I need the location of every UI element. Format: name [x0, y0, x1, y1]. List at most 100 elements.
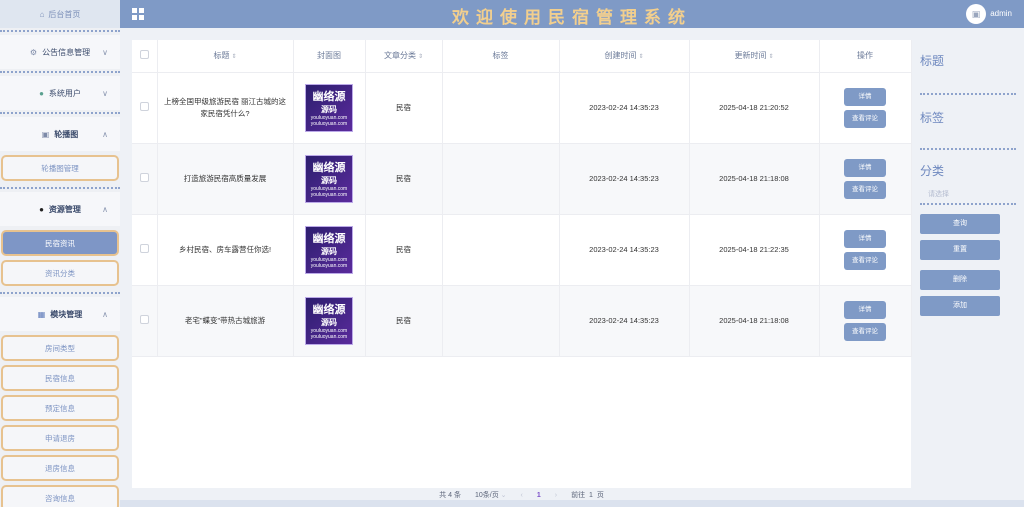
cover-text-mid: 源码 — [321, 176, 337, 185]
created-cell: 2023-02-24 14:35:23 — [559, 143, 690, 215]
sidebar-item-news-category[interactable]: 资讯分类 — [1, 260, 119, 286]
row-select-cell — [132, 143, 158, 215]
sidebar-item-homestay[interactable]: 民宿信息 — [1, 365, 119, 391]
page-size-select[interactable]: 10条/页 ⌄ — [475, 490, 507, 500]
search-tag-input[interactable] — [920, 148, 1016, 150]
sidebar-group-notice[interactable]: ⚙ 公告信息管理 ∨ — [0, 35, 120, 69]
sort-icon[interactable]: ⇕ — [231, 54, 236, 60]
column-header-category[interactable]: 文章分类 ⇕ — [365, 40, 443, 73]
view-comments-button[interactable]: 查看评论 — [844, 251, 886, 270]
page-size-value: 10条/页 — [474, 492, 499, 499]
detail-button[interactable]: 详情 — [844, 87, 886, 106]
category-select[interactable]: 请选择 — [928, 189, 1024, 199]
sidebar-group-users[interactable]: ● 系统用户 ∨ — [0, 76, 120, 110]
chevron-down-icon: ⌄ — [500, 492, 507, 499]
row-checkbox[interactable] — [139, 102, 149, 111]
cover-site-2: youluoyuan.com — [310, 192, 348, 198]
cover-text-big: 幽络源 — [312, 233, 346, 245]
sort-icon[interactable]: ⇕ — [768, 54, 773, 60]
cover-image[interactable]: 幽络源 源码 youluoyuan.com youluoyuan.com — [305, 296, 353, 345]
reset-button[interactable]: 重置 — [920, 240, 1000, 260]
cover-image[interactable]: 幽络源 源码 youluoyuan.com youluoyuan.com — [305, 83, 353, 132]
search-title-label[interactable]: 标题 — [912, 52, 1024, 69]
top-bar: 欢迎使用民宿管理系统 ▣ admin — [120, 0, 1024, 28]
cover-text-big: 幽络源 — [312, 91, 346, 103]
prev-page-icon[interactable]: ‹ — [521, 492, 523, 499]
detail-button[interactable]: 详情 — [844, 229, 886, 248]
table-row: 乡村民宿、房车露营任你选! 幽络源 源码 youluoyuan.com youl… — [132, 214, 912, 286]
cover-text-mid: 源码 — [321, 105, 337, 114]
column-header-updated[interactable]: 更新时间 ⇕ — [689, 40, 820, 73]
cover-image[interactable]: 幽络源 源码 youluoyuan.com youluoyuan.com — [305, 225, 353, 274]
tag-cell — [442, 143, 560, 215]
updated-cell: 2025-04-18 21:18:08 — [689, 285, 820, 357]
view-comments-button[interactable]: 查看评论 — [844, 180, 886, 199]
sidebar-item-carousel-manage[interactable]: 轮播图管理 — [1, 155, 119, 181]
sidebar: ⌂ 后台首页 ⚙ 公告信息管理 ∨ ● 系统用户 ∨ ▣ 轮播图 ∧ 轮播图管理… — [0, 0, 120, 507]
tag-cell — [442, 285, 560, 357]
grid-icon: ▦ — [37, 309, 46, 319]
search-tag-label[interactable]: 标签 — [912, 109, 1024, 126]
divider — [920, 203, 1016, 205]
actions-cell: 详情 查看评论 — [819, 143, 912, 215]
row-checkbox[interactable] — [139, 315, 149, 324]
pager-total: 共 4 条 — [439, 492, 461, 499]
page-unit: 页 — [596, 492, 604, 499]
detail-button[interactable]: 详情 — [844, 158, 886, 177]
chevron-down-icon: ∨ — [102, 47, 108, 57]
cover-image[interactable]: 幽络源 源码 youluoyuan.com youluoyuan.com — [305, 154, 353, 203]
sidebar-item-consult[interactable]: 咨询信息 — [1, 485, 119, 507]
row-checkbox[interactable] — [139, 173, 149, 182]
divider — [0, 185, 120, 189]
chevron-up-icon: ∧ — [102, 204, 108, 214]
sidebar-item-booking[interactable]: 预定信息 — [1, 395, 119, 421]
view-comments-button[interactable]: 查看评论 — [844, 322, 886, 341]
next-page-icon[interactable]: › — [555, 492, 557, 499]
sidebar-item-news[interactable]: 民宿资讯 — [1, 230, 119, 256]
username[interactable]: admin — [990, 9, 1012, 18]
row-checkbox[interactable] — [139, 244, 149, 253]
sidebar-item-checkout[interactable]: 退房信息 — [1, 455, 119, 481]
view-comments-button[interactable]: 查看评论 — [844, 109, 886, 128]
cover-text-big: 幽络源 — [312, 162, 346, 174]
sidebar-home[interactable]: ⌂ 后台首页 — [0, 0, 120, 28]
avatar[interactable]: ▣ — [966, 4, 986, 24]
cover-cell: 幽络源 源码 youluoyuan.com youluoyuan.com — [293, 143, 366, 215]
category-cell: 民宿 — [365, 285, 443, 357]
header-label: 更新时间 — [734, 51, 767, 61]
sidebar-group-carousel[interactable]: ▣ 轮播图 ∧ — [0, 117, 120, 151]
select-all-cell — [132, 40, 158, 73]
cover-site-2: youluoyuan.com — [310, 263, 348, 269]
row-select-cell — [132, 285, 158, 357]
query-button[interactable]: 查询 — [920, 214, 1000, 234]
page-title: 欢迎使用民宿管理系统 — [452, 8, 692, 27]
chevron-up-icon: ∧ — [102, 129, 108, 139]
delete-button[interactable]: 删除 — [920, 270, 1000, 290]
tag-cell — [442, 72, 560, 144]
current-page[interactable]: 1 — [537, 492, 541, 499]
sidebar-item-checkout-request[interactable]: 申请退房 — [1, 425, 119, 451]
detail-button[interactable]: 详情 — [844, 300, 886, 319]
sidebar-group-resources[interactable]: ● 资源管理 ∧ — [0, 192, 120, 226]
column-header-title[interactable]: 标题 ⇕ — [157, 40, 294, 73]
select-all-checkbox[interactable] — [139, 50, 149, 60]
search-title-input[interactable] — [920, 93, 1016, 95]
sidebar-group-modules[interactable]: ▦ 模块管理 ∧ — [0, 297, 120, 331]
goto-input[interactable]: 1 — [589, 492, 593, 499]
data-table: 标题 ⇕ 封面图 文章分类 ⇕ 标签 创建时间 ⇕ 更新时间 ⇕ 操作 上榜全国甲级旅游… — [132, 40, 912, 488]
divider — [0, 290, 120, 294]
sidebar-item-room-type[interactable]: 房间类型 — [1, 335, 119, 361]
column-header-created[interactable]: 创建时间 ⇕ — [559, 40, 690, 73]
chevron-up-icon: ∧ — [102, 309, 108, 319]
column-header-cover: 封面图 — [293, 40, 366, 73]
sort-icon[interactable]: ⇕ — [418, 54, 423, 60]
title-cell: 打造旅游民宿高质量发展 — [157, 143, 294, 215]
add-button[interactable]: 添加 — [920, 296, 1000, 316]
cover-text-mid: 源码 — [321, 247, 337, 256]
sidebar-group-label: 系统用户 — [48, 88, 81, 98]
header-label: 文章分类 — [383, 51, 416, 61]
title-cell: 老宅"蝶变"带热古城旅游 — [157, 285, 294, 357]
row-select-cell — [132, 72, 158, 144]
sort-icon[interactable]: ⇕ — [638, 54, 643, 60]
actions-cell: 详情 查看评论 — [819, 214, 912, 286]
